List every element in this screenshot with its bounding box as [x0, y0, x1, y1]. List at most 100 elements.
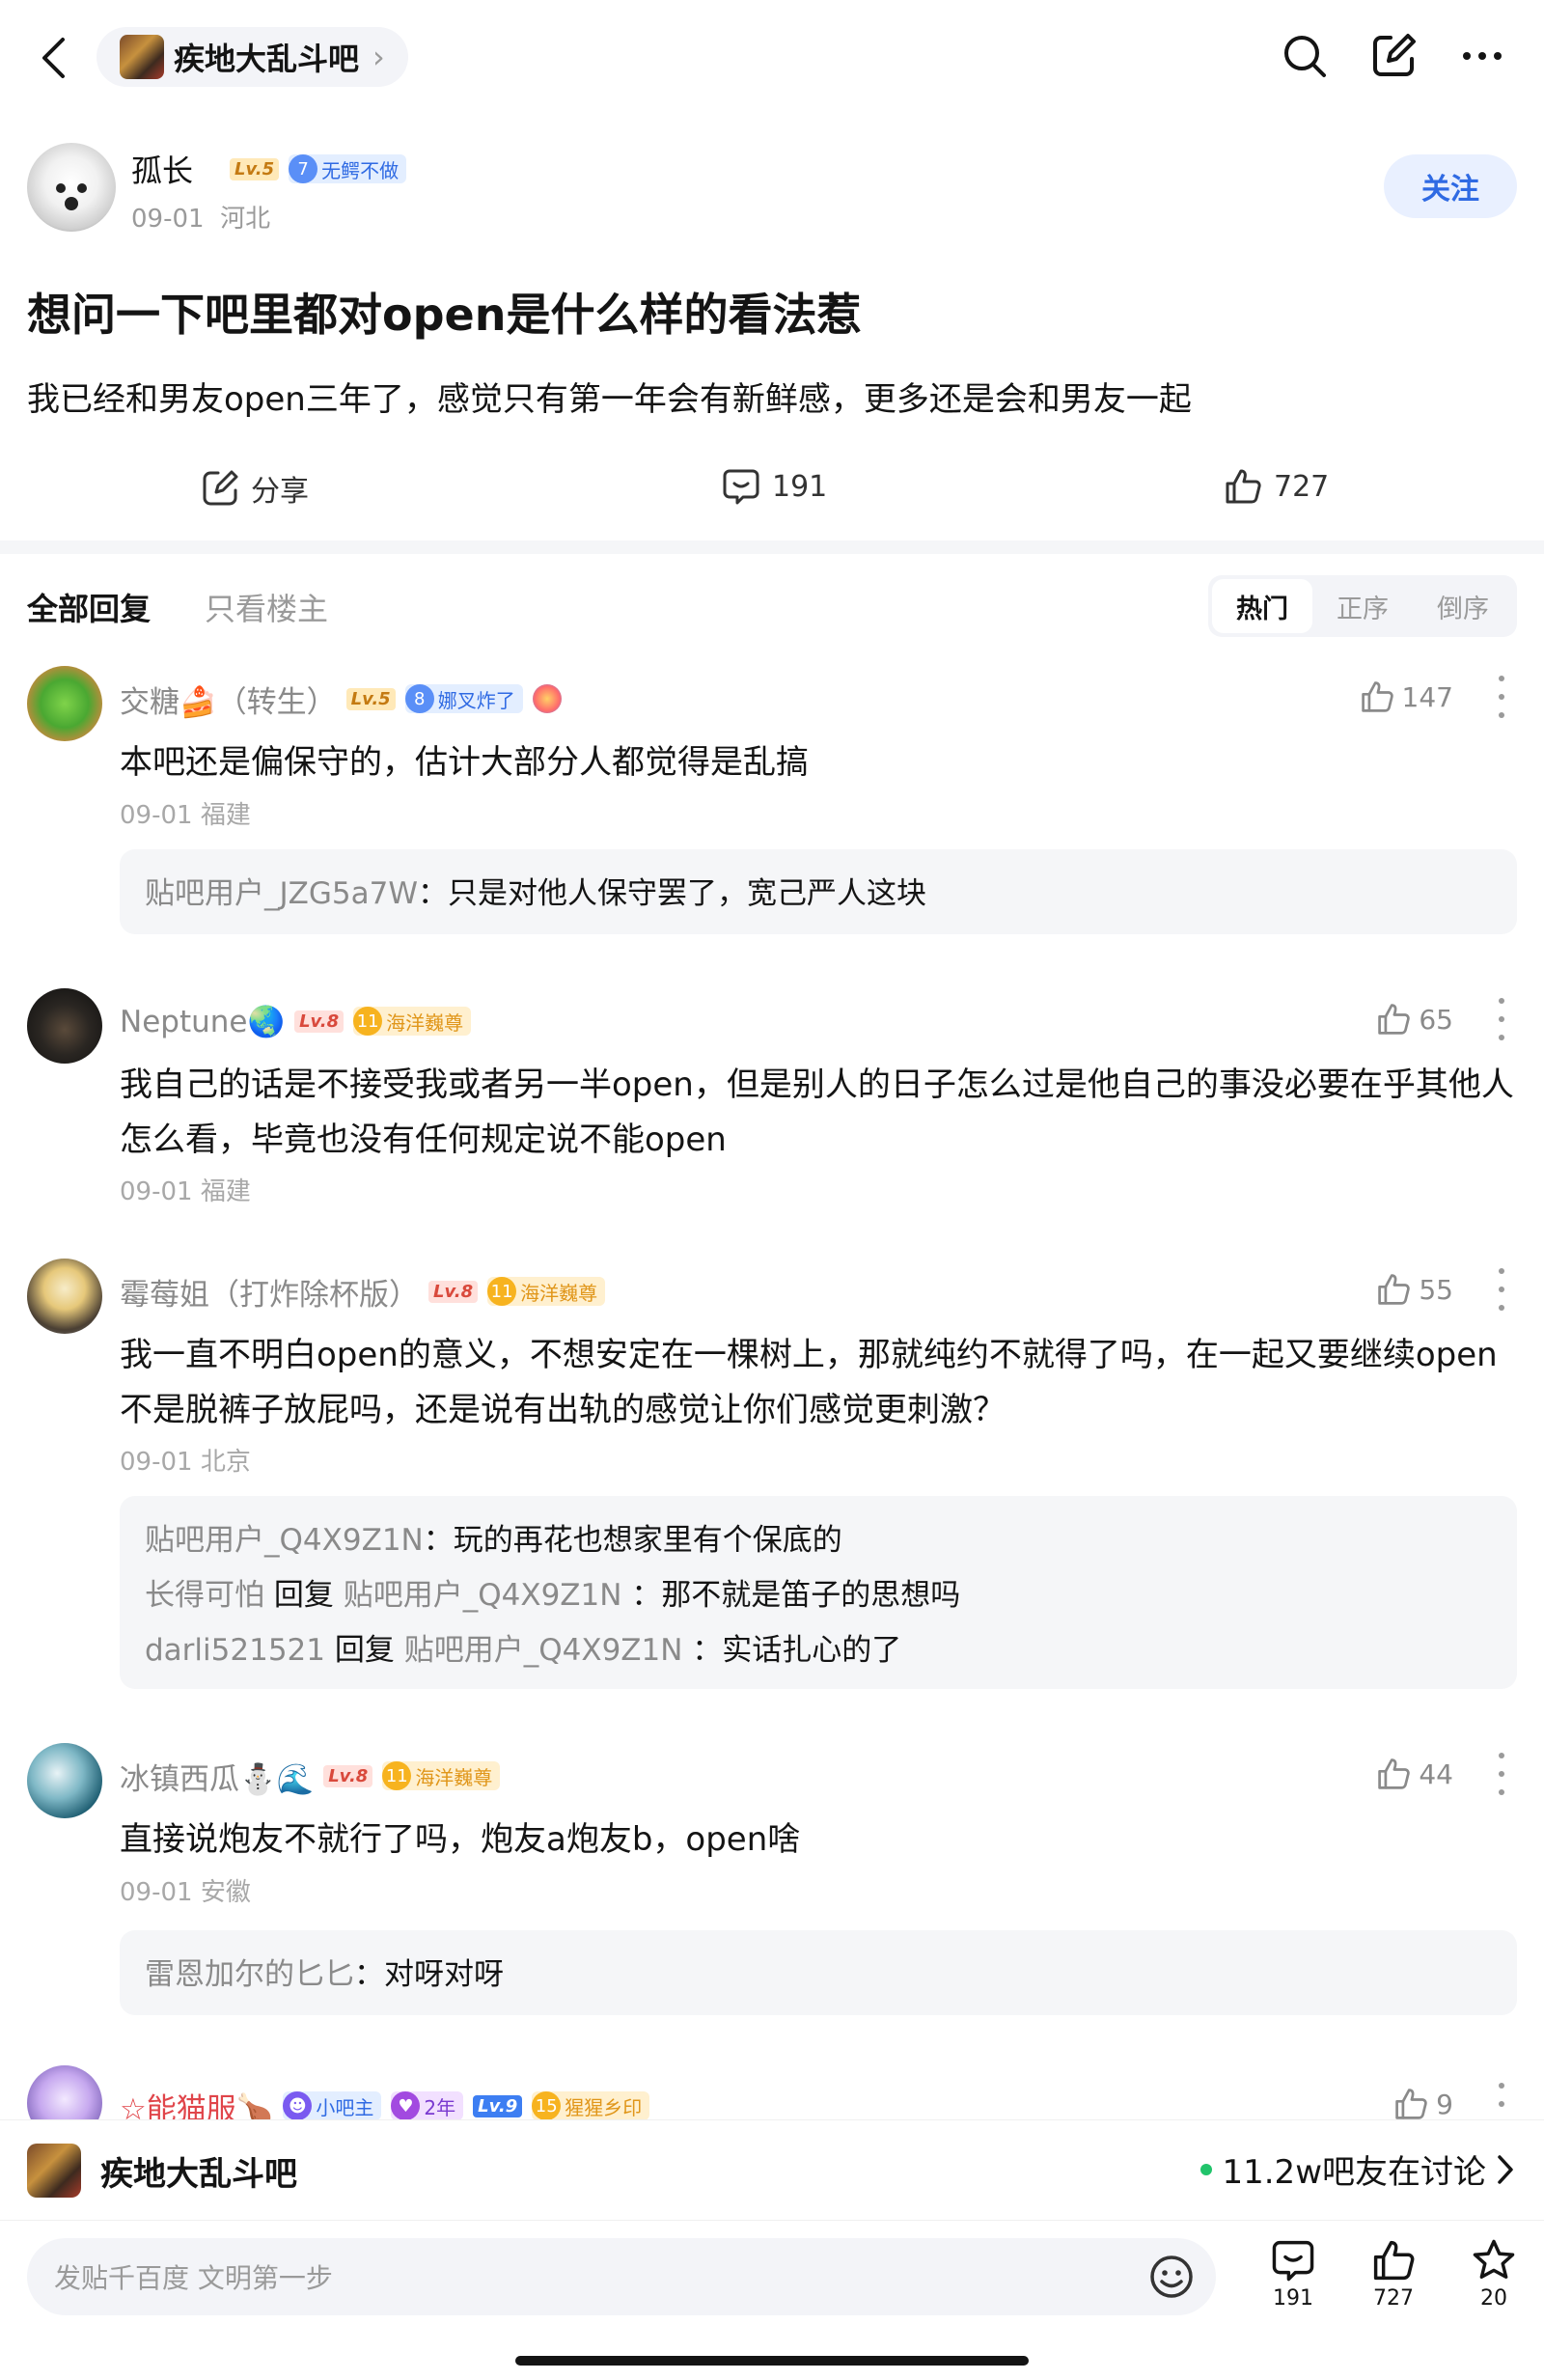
level-badge: Lv.8 [294, 1010, 345, 1033]
comment-item: 交糖🍰（转生） Lv.5 8 娜叉炸了 147 本吧还是偏保守的，估计大部分人都觉… [27, 666, 1517, 946]
share-button[interactable]: 分享 [201, 467, 309, 510]
sub-replies[interactable]: 贴吧用户_Q4X9Z1N：玩的再花也想家里有个保底的 长得可怕 回复 贴吧用户_… [120, 1496, 1517, 1689]
comment-more-button[interactable] [1492, 998, 1511, 1040]
sub-reply[interactable]: 雷恩加尔的匕匕：对呀对呀 [145, 1948, 1492, 2003]
sub-reply[interactable]: 贴吧用户_Q4X9Z1N：玩的再花也想家里有个保底的 [145, 1513, 1492, 1568]
sub-reply[interactable]: darli521521 回复 贴吧用户_Q4X9Z1N ：实话扎心的了 [145, 1623, 1492, 1678]
sub-replies[interactable]: 贴吧用户_JZG5a7W：只是对他人保守罢了，宽己严人这块 [120, 849, 1517, 934]
comment-like-count: 65 [1419, 1003, 1453, 1036]
bottom-comment-count: 191 [1273, 2286, 1313, 2311]
forum-online-status: 11.2w吧友在讨论 [1200, 2145, 1515, 2193]
sub-replies[interactable]: 雷恩加尔的匕匕：对呀对呀 [120, 1930, 1517, 2015]
sort-descending[interactable]: 倒序 [1413, 579, 1513, 633]
reply-input[interactable]: 发贴千百度 文明第一步 [27, 2238, 1216, 2315]
more-horizontal-icon [1463, 52, 1502, 60]
sub-reply[interactable]: 贴吧用户_JZG5a7W：只是对他人保守罢了，宽己严人这块 [145, 867, 1492, 922]
fan-badge: 11 海洋巍尊 [487, 1277, 606, 1306]
edit-button[interactable] [1366, 29, 1420, 83]
bottom-like-button[interactable]: 727 [1355, 2238, 1432, 2311]
home-indicator [515, 2356, 1029, 2366]
forum-pill[interactable]: 疾地大乱斗吧 › [96, 27, 408, 87]
commenter-name[interactable]: 霉莓姐（打炸除杯版） [120, 1270, 419, 1314]
bottom-like-count: 727 [1373, 2286, 1414, 2311]
chevron-left-icon [42, 38, 65, 78]
sub-reply[interactable]: 长得可怕 回复 贴吧用户_Q4X9Z1N ：那不就是笛子的思想吗 [145, 1568, 1492, 1623]
comment-more-button[interactable] [1492, 2083, 1511, 2119]
sub-reply-target[interactable]: 贴吧用户_Q4X9Z1N [344, 1578, 622, 1613]
comment-like-button[interactable]: 65 [1376, 1002, 1453, 1037]
comment-meta: 09-01 福建 [120, 1177, 251, 1206]
more-button[interactable] [1455, 29, 1509, 83]
level-badge: Lv.9 [473, 2094, 523, 2117]
years-badge: ♥ 2年 [391, 2091, 464, 2119]
fan-badge: 11 海洋巍尊 [353, 1007, 472, 1036]
thumbs-up-icon [1226, 469, 1261, 504]
comment-more-button[interactable] [1492, 1268, 1511, 1311]
comment-like-button[interactable]: 9 [1393, 2087, 1453, 2119]
comment-meta: 09-01 北京 [120, 1448, 251, 1477]
reply-input-placeholder: 发贴千百度 文明第一步 [54, 2262, 333, 2294]
forum-entry-bar[interactable]: 疾地大乱斗吧 11.2w吧友在讨论 [0, 2119, 1544, 2220]
comment-text: 我一直不明白open的意义，不想安定在一棵树上，那就纯约不就得了吗，在一起又要继… [120, 1336, 1498, 1429]
comment-more-button[interactable] [1492, 676, 1511, 718]
forum-avatar [27, 2144, 81, 2198]
bottom-comment-button[interactable]: 191 [1254, 2238, 1332, 2311]
sort-hot[interactable]: 热门 [1212, 579, 1312, 633]
thumbs-up-icon [1373, 2240, 1415, 2281]
comment-item: ☆能猫服🍗 ☻ 小吧主 ♥ 2年 Lv.9 15 猩猩乡印 9 [27, 2065, 1517, 2119]
back-button[interactable] [29, 31, 77, 85]
forum-name: 疾地大乱斗吧 [174, 41, 360, 77]
commenter-name[interactable]: 冰镇西瓜⛄🌊 [120, 1755, 314, 1798]
forum-avatar [120, 35, 164, 79]
comment-like-button[interactable]: 55 [1376, 1272, 1453, 1307]
admin-badge: ☻ 小吧主 [283, 2091, 382, 2119]
share-icon [203, 470, 238, 506]
commenter-avatar[interactable] [27, 1743, 102, 1818]
sub-reply-text: 玩的再花也想家里有个保底的 [453, 1523, 842, 1558]
search-button[interactable] [1278, 29, 1332, 83]
thumbs-up-icon [1395, 2089, 1427, 2119]
search-icon [1284, 36, 1326, 77]
fan-badge: 8 娜叉炸了 [404, 684, 523, 713]
sub-reply-text: 那不就是笛子的思想吗 [661, 1578, 961, 1613]
commenter-name[interactable]: 交糖🍰（转生） [120, 678, 337, 721]
bottom-composer: 发贴千百度 文明第一步 191 727 20 [0, 2220, 1544, 2380]
comment-like-button[interactable]: 147 [1360, 679, 1453, 714]
commenter-avatar[interactable] [27, 666, 102, 741]
tab-op-only[interactable]: 只看楼主 [205, 585, 328, 629]
sub-reply-user[interactable]: 贴吧用户_Q4X9Z1N [145, 1523, 424, 1558]
thumbs-up-icon [1378, 1004, 1411, 1035]
comment-meta: 09-01 福建 [120, 801, 251, 830]
commenter-avatar[interactable] [27, 988, 102, 1064]
forum-bar-name: 疾地大乱斗吧 [100, 2155, 297, 2194]
comment-like-count: 147 [1401, 680, 1453, 713]
sort-ascending[interactable]: 正序 [1312, 579, 1413, 633]
post-actions: 分享 191 727 [0, 457, 1544, 525]
emoji-icon[interactable] [1148, 2254, 1195, 2300]
author-avatar[interactable] [27, 143, 116, 232]
comment-button[interactable]: 191 [722, 467, 827, 506]
tab-all-replies[interactable]: 全部回复 [27, 585, 151, 629]
comment-icon [723, 469, 759, 505]
commenter-name[interactable]: ☆能猫服🍗 [120, 2085, 273, 2120]
commenter-avatar[interactable] [27, 2065, 102, 2119]
like-button[interactable]: 727 [1224, 467, 1329, 506]
commenter-avatar[interactable] [27, 1259, 102, 1334]
commenter-name[interactable]: Neptune🌏 [120, 1004, 285, 1039]
comment-item: Neptune🌏 Lv.8 11 海洋巍尊 65 我自己的话是不接受我或者另一半o… [27, 988, 1517, 1210]
level-badge: Lv.8 [428, 1280, 479, 1303]
fan-badge: 7 无鳄不做 [289, 154, 407, 183]
bottom-favorite-button[interactable]: 20 [1455, 2238, 1532, 2311]
sub-reply-user[interactable]: 雷恩加尔的匕匕 [145, 1957, 354, 1992]
sub-reply-text: 实话扎心的了 [722, 1633, 902, 1668]
author-meta: 09-01 河北 [131, 205, 271, 234]
sub-reply-user[interactable]: 贴吧用户_JZG5a7W [145, 876, 418, 911]
sub-reply-user[interactable]: darli521521 [145, 1633, 325, 1668]
sub-reply-target[interactable]: 贴吧用户_Q4X9Z1N [404, 1633, 683, 1668]
comment-more-button[interactable] [1492, 1753, 1511, 1795]
sub-reply-text: 对呀对呀 [384, 1957, 504, 1992]
comment-like-button[interactable]: 44 [1376, 1757, 1453, 1791]
follow-button[interactable]: 关注 [1384, 154, 1517, 218]
author-name[interactable]: 孤长 [131, 147, 193, 191]
sub-reply-user[interactable]: 长得可怕 [145, 1578, 264, 1613]
